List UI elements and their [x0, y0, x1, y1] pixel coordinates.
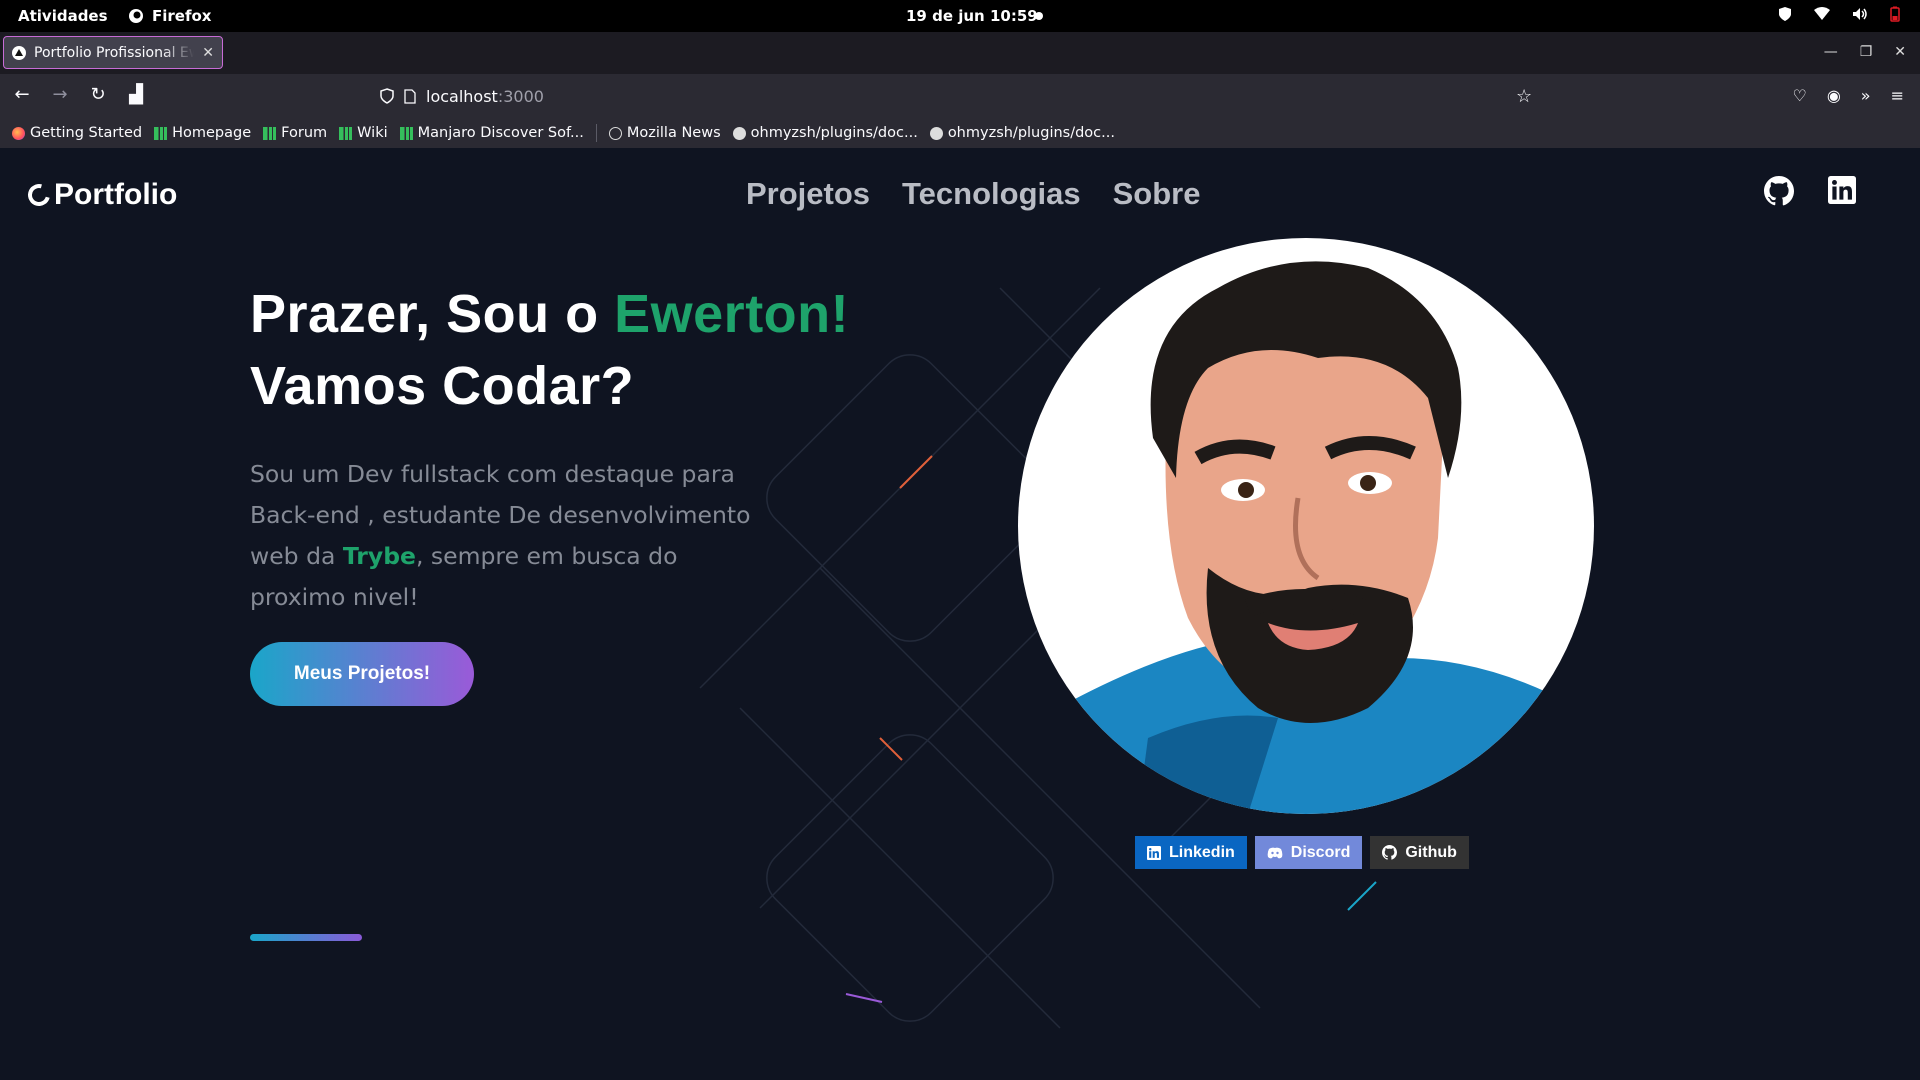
manjaro-icon — [154, 126, 168, 140]
app-menu[interactable]: Firefox — [128, 7, 211, 25]
discord-badge[interactable]: Discord — [1254, 836, 1363, 869]
tracking-shield-icon[interactable] — [380, 88, 394, 104]
hero-title: Prazer, Sou o Ewerton! Vamos Codar? — [250, 278, 849, 422]
restore-icon[interactable]: ❐ — [1860, 44, 1873, 60]
logo-text: Portfolio — [54, 178, 178, 211]
site-menu: Projetos Tecnologias Sobre — [746, 176, 1200, 212]
bookmark-item[interactable]: Manjaro Discover Sof... — [399, 125, 584, 141]
globe-icon — [608, 126, 622, 140]
linkedin-icon[interactable] — [1828, 176, 1856, 204]
bookmark-item[interactable]: ohmyzsh/plugins/doc... — [929, 125, 1115, 141]
activities-button[interactable]: Atividades — [18, 7, 108, 25]
back-icon[interactable]: ← — [14, 86, 30, 104]
bookmark-item[interactable]: Mozilla News — [608, 125, 721, 141]
manjaro-icon — [399, 126, 413, 140]
menu-item-tecnologias[interactable]: Tecnologias — [902, 176, 1081, 212]
bookmarks-toolbar: Getting Started Homepage Forum Wiki Manj… — [0, 118, 1920, 148]
app-name: Firefox — [152, 7, 212, 25]
hero-title-name: Ewerton! — [614, 284, 850, 344]
my-projects-button[interactable]: Meus Projetos! — [250, 642, 474, 706]
linkedin-icon — [1147, 845, 1161, 860]
firefox-icon — [129, 9, 143, 23]
tab-close-icon[interactable]: ✕ — [202, 45, 214, 61]
close-window-icon[interactable]: ✕ — [1894, 44, 1906, 60]
github-icon[interactable] — [1764, 176, 1794, 206]
account-avatar-icon[interactable]: ◉ — [1827, 86, 1841, 105]
linkedin-badge[interactable]: Linkedin — [1135, 836, 1247, 869]
forward-icon[interactable]: → — [52, 86, 68, 104]
hero-title-line2: Vamos Codar? — [250, 356, 635, 416]
trybe-highlight: Trybe — [342, 542, 416, 570]
discord-icon — [1267, 847, 1283, 858]
notification-dot — [1035, 12, 1043, 20]
discord-badge-label: Discord — [1290, 843, 1351, 861]
overflow-chevron-icon[interactable]: » — [1861, 86, 1871, 105]
linkedin-badge-label: Linkedin — [1169, 843, 1235, 861]
volume-icon[interactable] — [1852, 7, 1868, 21]
bookmark-separator — [595, 124, 597, 142]
github-icon — [732, 126, 746, 140]
social-badges: Linkedin Discord Github — [1135, 836, 1469, 869]
bookmark-star-icon[interactable]: ☆ — [1516, 86, 1532, 107]
menu-item-sobre[interactable]: Sobre — [1113, 176, 1201, 212]
header-social-links — [1764, 176, 1856, 206]
tab-title: Portfolio Profissional Ewerton — [34, 44, 194, 61]
url-bar[interactable]: localhost:3000 — [380, 80, 1530, 112]
github-icon — [1382, 845, 1398, 860]
gradient-divider — [250, 934, 362, 941]
hero-title-prefix: Prazer, Sou o — [250, 284, 615, 344]
system-tray[interactable] — [1778, 6, 1900, 22]
reload-icon[interactable]: ↻ — [90, 86, 106, 104]
shield-icon[interactable] — [1778, 6, 1792, 22]
battery-icon[interactable] — [1890, 6, 1900, 22]
page-viewport: Portfolio Projetos Tecnologias Sobre Pra… — [0, 148, 1920, 1080]
wifi-icon[interactable] — [1814, 7, 1830, 21]
url-port: :3000 — [497, 86, 544, 106]
firefox-icon — [12, 126, 25, 140]
bookmark-item[interactable]: ohmyzsh/plugins/doc... — [732, 125, 918, 141]
site-logo[interactable]: Portfolio — [23, 178, 178, 212]
bookmark-item[interactable]: Forum — [263, 125, 327, 141]
hero-description: Sou um Dev fullstack com destaque para B… — [250, 454, 770, 618]
page-icon[interactable] — [404, 88, 416, 104]
profile-avatar — [1018, 238, 1594, 814]
bookmark-item[interactable]: Wiki — [339, 125, 388, 141]
bookmark-item[interactable]: Homepage — [154, 125, 251, 141]
tab-bar: Portfolio Profissional Ewerton ✕ — ❐ ✕ — [0, 32, 1920, 74]
menu-item-projetos[interactable]: Projetos — [746, 176, 870, 212]
tab-favicon-icon — [12, 45, 26, 60]
navigation-bar: ← → ↻ ▟ localhost:3000 ☆ ♡ ◉ » ≡ — [0, 74, 1920, 118]
github-icon — [929, 126, 943, 140]
hamburger-menu-icon[interactable]: ≡ — [1891, 86, 1904, 105]
github-badge[interactable]: Github — [1370, 836, 1469, 869]
manjaro-icon — [263, 126, 277, 140]
url-host: localhost — [426, 86, 498, 106]
minimize-icon[interactable]: — — [1824, 44, 1838, 60]
tab-portfolio[interactable]: Portfolio Profissional Ewerton ✕ — [3, 36, 223, 69]
manjaro-icon — [339, 126, 353, 140]
system-top-bar: Atividades Firefox 19 de jun 10:59 — [0, 0, 1920, 32]
github-badge-label: Github — [1405, 843, 1457, 861]
extension-icon[interactable]: ▟ — [128, 86, 144, 104]
profile-illustration — [1058, 261, 1578, 814]
clock[interactable]: 19 de jun 10:59 — [906, 7, 1038, 25]
window-controls: — ❐ ✕ — [1824, 44, 1906, 60]
bookmark-item[interactable]: Getting Started — [12, 125, 142, 141]
logo-icon — [23, 179, 55, 211]
pocket-icon[interactable]: ♡ — [1792, 86, 1806, 105]
